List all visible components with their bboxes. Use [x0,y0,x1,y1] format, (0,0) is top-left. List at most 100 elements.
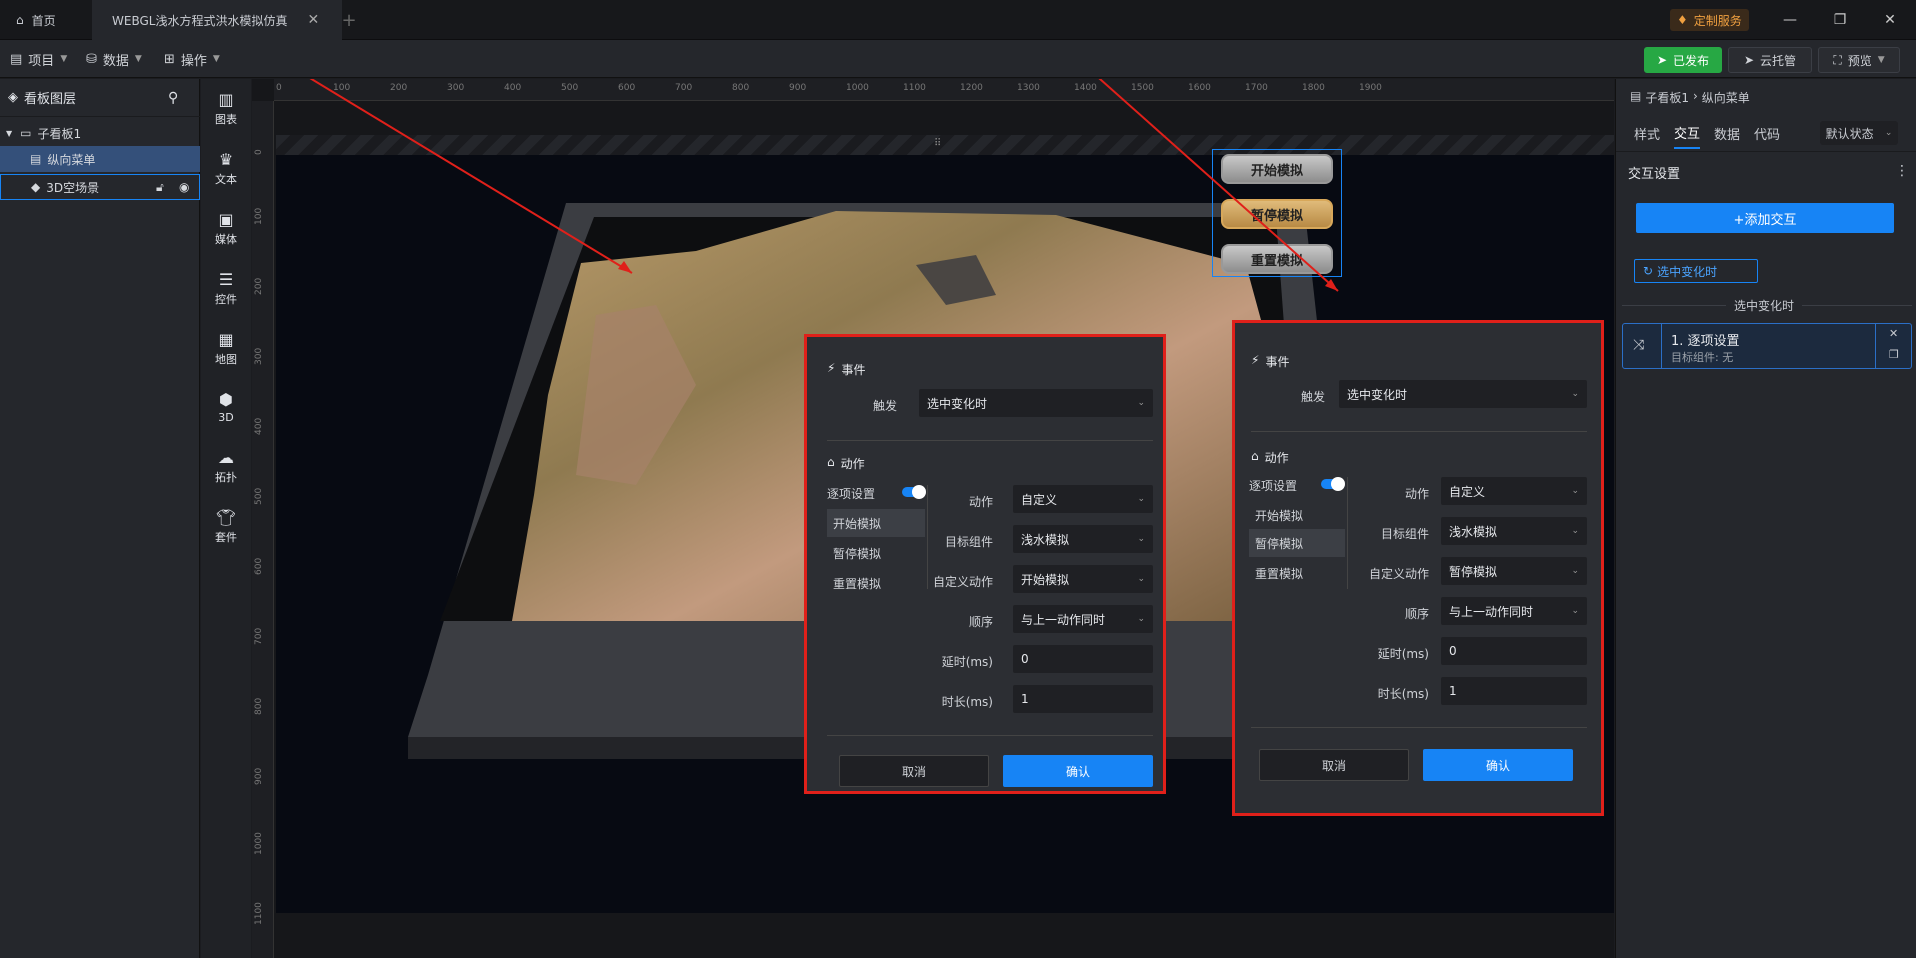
group-label: 选中变化时 [1726,297,1803,314]
menu-icon: ▤ [30,152,42,166]
minimize-button[interactable]: — [1768,0,1812,40]
confirm-button[interactable]: 确认 [1003,755,1153,787]
menu-operation[interactable]: ⊞ 操作 ▼ [164,40,220,78]
order-select[interactable]: 与上一动作同时 ⌄ [1441,597,1587,625]
layer-item-subboard[interactable]: ▼ ▭ 子看板1 [0,120,200,146]
duration-input[interactable]: 1 [1013,685,1153,713]
action-title: 动作 [840,457,865,471]
target-select[interactable]: 浅水模拟 ⌄ [1013,525,1153,553]
component-control[interactable]: ☰ 控件 [201,263,251,315]
custom-action-select[interactable]: 暂停模拟 ⌄ [1441,557,1587,585]
component-label: 拓扑 [215,471,237,484]
preview-button[interactable]: ⛶ 预览 ▼ [1818,47,1900,73]
more-icon[interactable]: ⋮ [1895,163,1909,179]
add-tab-button[interactable]: + [338,0,360,40]
chevron-down-icon: ⌄ [1571,389,1579,399]
component-topology[interactable]: ☁ 拓扑 [201,441,251,493]
action-list-item[interactable]: 重置模拟 [1249,559,1345,587]
component-label: 图表 [215,113,237,126]
item-setting-toggle[interactable] [902,485,926,499]
grid-icon: ⊞ [164,51,175,67]
search-icon[interactable]: ⚲ [168,90,178,106]
order-select[interactable]: 与上一动作同时 ⌄ [1013,605,1153,633]
trigger-chip[interactable]: ↻ 选中变化时 [1634,259,1758,283]
component-text[interactable]: ♛ 文本 [201,143,251,195]
card-divider [1661,324,1662,368]
component-chart[interactable]: ▥ 图表 [201,83,251,135]
restore-button[interactable]: ❐ [1818,0,1862,40]
delay-input[interactable]: 0 [1013,645,1153,673]
layer-item-3d-scene[interactable]: ◆ 3D空场景 🔓︎ ◉ [0,174,200,200]
copy-icon[interactable]: ❐ [1889,348,1899,361]
state-select[interactable]: 默认状态 ⌄ [1820,121,1898,145]
action-icon: ⌂ [1251,449,1259,463]
chevron-down-icon: ⌄ [1571,606,1579,616]
minimize-icon: — [1783,12,1797,28]
layers-icon: ◈ [8,90,18,105]
action-value: 自定义 [1021,492,1058,507]
target-value: 浅水模拟 [1021,532,1070,547]
tab-interaction[interactable]: 交互 [1674,117,1701,149]
tab-home[interactable]: ⌂ 首页 [16,0,91,40]
board-icon: ▤ [1630,89,1642,103]
add-interaction-button[interactable]: +添加交互 [1636,203,1894,233]
breadcrumb: ▤ 子看板1 › 纵向菜单 [1630,89,1750,106]
interaction-card[interactable]: ⤨ 1. 逐项设置 目标组件: 无 ✕ ❐ [1622,323,1912,369]
chevron-right-icon: › [1692,89,1698,103]
target-value: 浅水模拟 [1449,524,1498,539]
action-list-item[interactable]: 暂停模拟 [827,539,925,567]
chevron-down-icon: ⌄ [1571,566,1579,576]
menu-project[interactable]: ▤ 项目 ▼ [10,40,67,78]
close-icon: ✕ [1884,12,1896,28]
tab-data[interactable]: 数据 [1714,117,1740,149]
state-value: 默认状态 [1825,126,1874,141]
chevron-down-icon: ⌄ [1137,574,1145,584]
action-list-item[interactable]: 开始模拟 [1249,501,1345,529]
tab-style[interactable]: 样式 [1634,117,1660,149]
trigger-select[interactable]: 选中变化时 ⌄ [1339,380,1587,408]
action-list-item[interactable]: 重置模拟 [827,569,925,597]
custom-action-select[interactable]: 开始模拟 ⌄ [1013,565,1153,593]
close-icon[interactable]: ✕ [1889,327,1898,340]
published-button[interactable]: ➤ 已发布 [1644,47,1722,73]
unlock-icon[interactable]: 🔓︎ [156,180,164,195]
eye-icon[interactable]: ◉ [179,180,189,194]
breadcrumb-item[interactable]: 纵向菜单 [1702,89,1750,106]
fullscreen-icon: ⛶ [1833,52,1842,67]
menu-data[interactable]: ⛁ 数据 ▼ [86,40,142,78]
tab-code[interactable]: 代码 [1754,117,1780,149]
component-kit[interactable]: 👕︎ 套件 [201,501,251,553]
tab-active-project[interactable]: WEBGL浅水方程式洪水模拟仿真 ✕ [92,0,342,40]
close-icon[interactable]: ✕ [307,12,319,28]
action-select[interactable]: 自定义 ⌄ [1441,477,1587,505]
cloud-hosting-button[interactable]: ➤ 云托管 [1728,47,1812,73]
action-list-item[interactable]: 开始模拟 [827,509,925,537]
component-media[interactable]: ▣ 媒体 [201,203,251,255]
close-window-button[interactable]: ✕ [1868,0,1912,40]
event-section-title: ⚡︎ 事件 [1251,353,1289,370]
component-3d[interactable]: ⬢ 3D [201,381,251,433]
confirm-button[interactable]: 确认 [1423,749,1573,781]
action-select[interactable]: 自定义 ⌄ [1013,485,1153,513]
event-title: 事件 [841,363,866,377]
cancel-button[interactable]: 取消 [1259,749,1409,781]
action-value: 自定义 [1449,484,1486,499]
item-setting-toggle[interactable] [1321,477,1345,491]
delay-label: 延时(ms) [941,655,993,669]
monitor-icon: ▭ [20,126,32,140]
plus-icon: + [341,9,357,31]
component-map[interactable]: ▦ 地图 [201,323,251,375]
layer-item-vertical-menu[interactable]: ▤ 纵向菜单 [0,146,200,172]
delay-input[interactable]: 0 [1441,637,1587,665]
trigger-label: 触发 [872,399,897,413]
duration-input[interactable]: 1 [1441,677,1587,705]
cancel-button[interactable]: 取消 [839,755,989,787]
target-select[interactable]: 浅水模拟 ⌄ [1441,517,1587,545]
order-value: 与上一动作同时 [1449,604,1534,619]
breadcrumb-item[interactable]: 子看板1 [1645,89,1689,106]
tab-active-label: WEBGL浅水方程式洪水模拟仿真 [112,13,288,28]
action-list-item[interactable]: 暂停模拟 [1249,529,1345,557]
trigger-select[interactable]: 选中变化时 ⌄ [919,389,1153,417]
chevron-down-icon: ▼ [60,54,68,64]
custom-service-button[interactable]: ♦ 定制服务 [1670,9,1749,31]
